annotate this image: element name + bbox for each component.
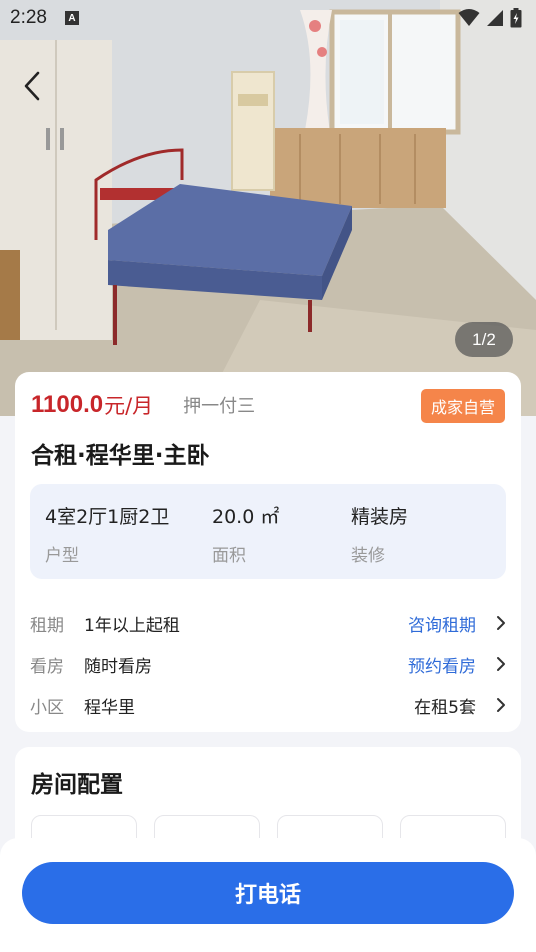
battery-icon (510, 8, 522, 28)
book-viewing-link[interactable]: 预约看房 (408, 652, 476, 677)
chevron-right-icon (497, 698, 505, 712)
detail-value: 1年以上起租 (84, 615, 180, 636)
image-counter: 1/2 (455, 322, 513, 357)
detail-label: 租期 (30, 615, 64, 636)
deposit-terms: 押一付三 (183, 396, 256, 417)
detail-value: 程华里 (84, 697, 135, 718)
spec-label: 面积 (212, 546, 246, 566)
listing-title: 合租·程华里·主卧 (31, 443, 210, 469)
status-time: 2:28 (10, 7, 47, 28)
spec-box: 4室2厅1厨2卫 户型 20.0 ㎡ 面积 精装房 装修 (30, 484, 506, 579)
spec-label: 户型 (45, 546, 79, 566)
detail-row-community[interactable]: 小区 程华里 在租5套 (30, 690, 506, 720)
price-value: 1100.0 (31, 391, 104, 418)
back-button[interactable] (14, 66, 50, 106)
bottom-action-bar: 打电话 (0, 838, 536, 952)
wifi-icon (458, 9, 480, 26)
spec-layout: 4室2厅1厨2卫 户型 (45, 502, 169, 566)
detail-value: 随时看房 (84, 656, 152, 677)
spec-decoration: 精装房 装修 (351, 502, 408, 566)
call-button[interactable]: 打电话 (22, 862, 514, 924)
consult-lease-link[interactable]: 咨询租期 (408, 611, 476, 636)
price-unit: 元/月 (104, 394, 154, 418)
chevron-right-icon (497, 616, 505, 630)
chevron-left-icon (24, 71, 40, 101)
status-bar: 2:28 A (0, 0, 536, 36)
spec-value: 20.0 ㎡ (212, 506, 280, 528)
listings-count-link[interactable]: 在租5套 (414, 693, 476, 718)
detail-label: 小区 (30, 697, 64, 718)
spec-area: 20.0 ㎡ 面积 (212, 502, 279, 566)
signal-icon (487, 10, 503, 26)
room-photo[interactable] (0, 0, 536, 416)
spec-label: 装修 (351, 546, 385, 566)
spec-value: 4室2厅1厨2卫 (45, 506, 170, 528)
room-config-title: 房间配置 (31, 772, 123, 798)
notification-a-icon: A (64, 11, 79, 25)
detail-label: 看房 (30, 656, 64, 677)
spec-value: 精装房 (351, 506, 409, 528)
chevron-right-icon (497, 657, 505, 671)
detail-row-viewing[interactable]: 看房 随时看房 预约看房 (30, 649, 506, 679)
price-row: 1100.0 元/月 押一付三 成家自营 (31, 388, 505, 423)
detail-row-lease-term[interactable]: 租期 1年以上起租 咨询租期 (30, 608, 506, 638)
listing-info-card: 1100.0 元/月 押一付三 成家自营 合租·程华里·主卧 4室2厅1厨2卫 … (15, 372, 521, 732)
self-operated-badge: 成家自营 (420, 389, 505, 423)
